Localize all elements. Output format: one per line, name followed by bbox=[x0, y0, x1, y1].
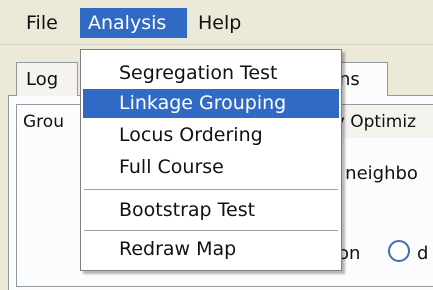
analysis-dropdown-menu: Segregation Test Linkage Grouping Locus … bbox=[80, 49, 342, 271]
menu-file[interactable]: File bbox=[18, 8, 76, 38]
menu-item-segregation-test[interactable]: Segregation Test bbox=[83, 59, 339, 88]
menu-item-bootstrap-test[interactable]: Bootstrap Test bbox=[83, 196, 339, 225]
radio-label: d bbox=[417, 243, 429, 264]
menu-bar: File Analysis Help bbox=[0, 0, 433, 45]
menu-item-redraw-map[interactable]: Redraw Map bbox=[83, 235, 339, 264]
application-window: File Analysis Help Log ons Grou ny Optim… bbox=[0, 0, 433, 290]
menu-item-linkage-grouping[interactable]: Linkage Grouping bbox=[83, 89, 339, 118]
menu-separator bbox=[84, 230, 338, 231]
menu-item-full-course[interactable]: Full Course bbox=[83, 153, 339, 182]
radio-button[interactable] bbox=[388, 240, 410, 262]
menu-analysis[interactable]: Analysis bbox=[80, 8, 187, 38]
subtab-group[interactable]: Grou bbox=[16, 104, 88, 138]
tab-log[interactable]: Log bbox=[16, 62, 78, 96]
menu-help[interactable]: Help bbox=[190, 8, 260, 38]
menu-item-locus-ordering[interactable]: Locus Ordering bbox=[83, 121, 339, 150]
menu-separator bbox=[84, 189, 338, 190]
